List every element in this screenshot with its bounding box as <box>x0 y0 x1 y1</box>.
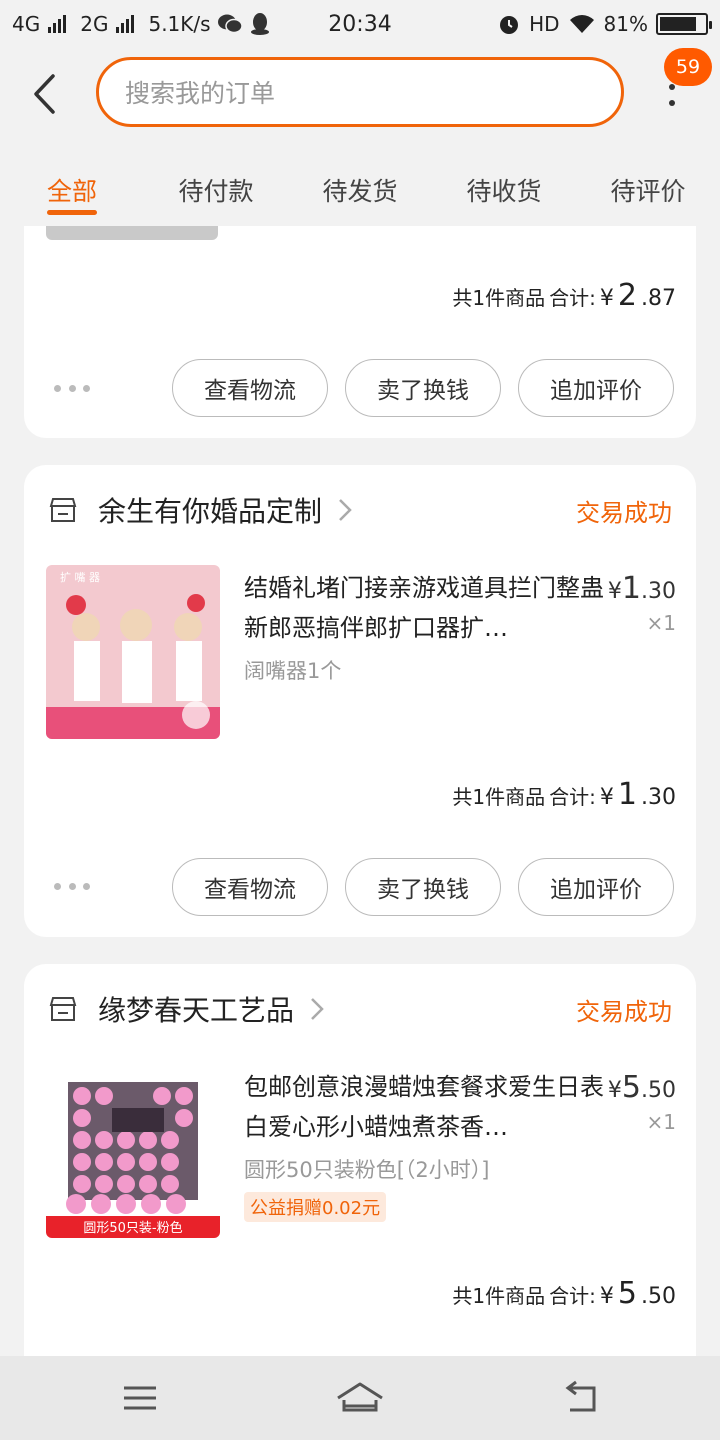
total-dec: .87 <box>641 286 676 311</box>
back-button[interactable] <box>28 70 60 118</box>
wifi-icon <box>569 15 594 33</box>
menu-icon[interactable] <box>120 1378 160 1418</box>
network-label-4g: 4G <box>12 12 41 36</box>
product-image[interactable]: 圆形50只装-粉色 <box>46 1064 220 1238</box>
currency: ¥ <box>607 579 622 604</box>
view-logistics-button[interactable]: 查看物流 <box>172 359 328 417</box>
order-card: 缘梦春天工艺品 交易成功 圆形50只装-粉色 包邮创意浪漫蜡烛套餐求爱生日表白爱… <box>24 964 696 1384</box>
add-review-button[interactable]: 追加评价 <box>518 359 674 417</box>
price-int: 1 <box>621 571 641 606</box>
resell-button[interactable]: 卖了换钱 <box>345 359 501 417</box>
chevron-right-icon <box>311 998 324 1020</box>
order-total: 共1件商品 合计: ¥2.87 <box>452 278 676 313</box>
currency: ¥ <box>599 286 614 311</box>
product-sku: 阔嘴器1个 <box>244 659 342 683</box>
order-card: 共1件商品 合计: ¥2.87 查看物流 卖了换钱 追加评价 <box>24 226 696 438</box>
product-image[interactable] <box>46 226 218 240</box>
total-int: 5 <box>617 1276 637 1311</box>
order-tabs: 全部 待付款 待发货 待收货 待评价 <box>0 140 720 226</box>
shop-row[interactable]: 缘梦春天工艺品 交易成功 <box>24 964 696 1054</box>
order-status: 交易成功 <box>576 498 672 527</box>
order-card: 余生有你婚品定制 交易成功 扩 嘴 器 结婚礼堵门接亲游戏道具拦门整蛊新郎恶搞伴… <box>24 465 696 937</box>
network-label-2g: 2G <box>80 12 109 36</box>
product-image-caption: 圆形50只装-粉色 <box>83 1220 182 1236</box>
shop-icon <box>49 498 77 522</box>
signal-icon <box>116 15 135 33</box>
tab-all[interactable]: 全部 <box>0 140 144 226</box>
product-price: ¥5.50 <box>608 1070 676 1105</box>
product-image-caption: 扩 嘴 器 <box>60 570 100 584</box>
price-dec: .30 <box>641 579 676 604</box>
total-int: 1 <box>617 777 637 812</box>
sum-label: 合计: <box>549 1284 596 1308</box>
battery-percent: 81% <box>603 12 648 36</box>
product-photo-candles: 圆形50只装-粉色 <box>46 1064 220 1238</box>
product-quantity: ×1 <box>646 1110 676 1134</box>
order-total: 共1件商品 合计: ¥1.30 <box>452 777 676 812</box>
chevron-right-icon <box>339 499 352 521</box>
message-count-badge[interactable]: 59 <box>664 48 712 86</box>
currency: ¥ <box>599 785 614 810</box>
home-icon[interactable] <box>334 1378 386 1418</box>
tab-pending-shipment[interactable]: 待发货 <box>288 140 432 226</box>
signal-icon <box>48 15 67 33</box>
currency: ¥ <box>599 1284 614 1309</box>
back-arrow-icon <box>34 74 55 114</box>
more-menu-button[interactable] <box>660 84 684 114</box>
item-count: 共1件商品 <box>452 785 546 809</box>
sum-label: 合计: <box>549 286 596 310</box>
shop-name: 缘梦春天工艺品 <box>98 994 295 1027</box>
product-quantity: ×1 <box>646 611 676 635</box>
hd-label: HD <box>529 12 560 36</box>
search-placeholder: 搜索我的订单 <box>125 79 276 108</box>
shop-row[interactable]: 余生有你婚品定制 交易成功 <box>24 465 696 555</box>
more-actions-button[interactable] <box>54 385 90 393</box>
order-total: 共1件商品 合计: ¥5.50 <box>452 1276 676 1311</box>
header: 搜索我的订单 59 <box>0 48 720 140</box>
product-title[interactable]: 结婚礼堵门接亲游戏道具拦门整蛊新郎恶搞伴郎扩口器扩… <box>244 568 604 648</box>
network-speed: 5.1K/s <box>148 12 211 36</box>
product-price: ¥1.30 <box>608 571 676 606</box>
charity-tag: 公益捐赠0.02元 <box>244 1192 387 1222</box>
price-dec: .50 <box>641 1078 676 1103</box>
item-count: 共1件商品 <box>452 1284 546 1308</box>
item-count: 共1件商品 <box>452 286 546 310</box>
resell-button[interactable]: 卖了换钱 <box>345 858 501 916</box>
wechat-icon <box>217 14 243 34</box>
status-bar: 4G 2G 5.1K/s 20:34 HD 81% <box>0 0 720 48</box>
qq-icon <box>250 13 269 35</box>
product-image[interactable]: 扩 嘴 器 <box>46 565 220 739</box>
total-dec: .30 <box>641 785 676 810</box>
view-logistics-button[interactable]: 查看物流 <box>172 858 328 916</box>
more-actions-button[interactable] <box>54 883 90 891</box>
search-input[interactable]: 搜索我的订单 <box>96 57 624 127</box>
back-icon[interactable] <box>560 1378 600 1418</box>
dot <box>669 84 675 90</box>
tab-pending-receipt[interactable]: 待收货 <box>432 140 576 226</box>
battery-fill <box>660 17 696 31</box>
shop-icon <box>49 997 77 1021</box>
sum-label: 合计: <box>549 785 596 809</box>
currency: ¥ <box>607 1078 622 1103</box>
shop-name: 余生有你婚品定制 <box>98 495 323 528</box>
price-int: 5 <box>621 1070 641 1105</box>
order-status: 交易成功 <box>576 997 672 1026</box>
product-sku: 圆形50只装粉色[（2小时）] <box>244 1158 490 1182</box>
add-review-button[interactable]: 追加评价 <box>518 858 674 916</box>
product-title[interactable]: 包邮创意浪漫蜡烛套餐求爱生日表白爱心形小蜡烛煮茶香… <box>244 1067 604 1147</box>
system-navigation-bar <box>0 1356 720 1440</box>
alarm-icon <box>500 16 519 34</box>
total-int: 2 <box>617 278 637 313</box>
product-photo-mouth-opener: 扩 嘴 器 <box>46 565 220 739</box>
dot <box>669 100 675 106</box>
tab-pending-payment[interactable]: 待付款 <box>144 140 288 226</box>
tab-pending-review[interactable]: 待评价 <box>576 140 720 226</box>
total-dec: .50 <box>641 1284 676 1309</box>
battery-icon <box>656 13 712 35</box>
